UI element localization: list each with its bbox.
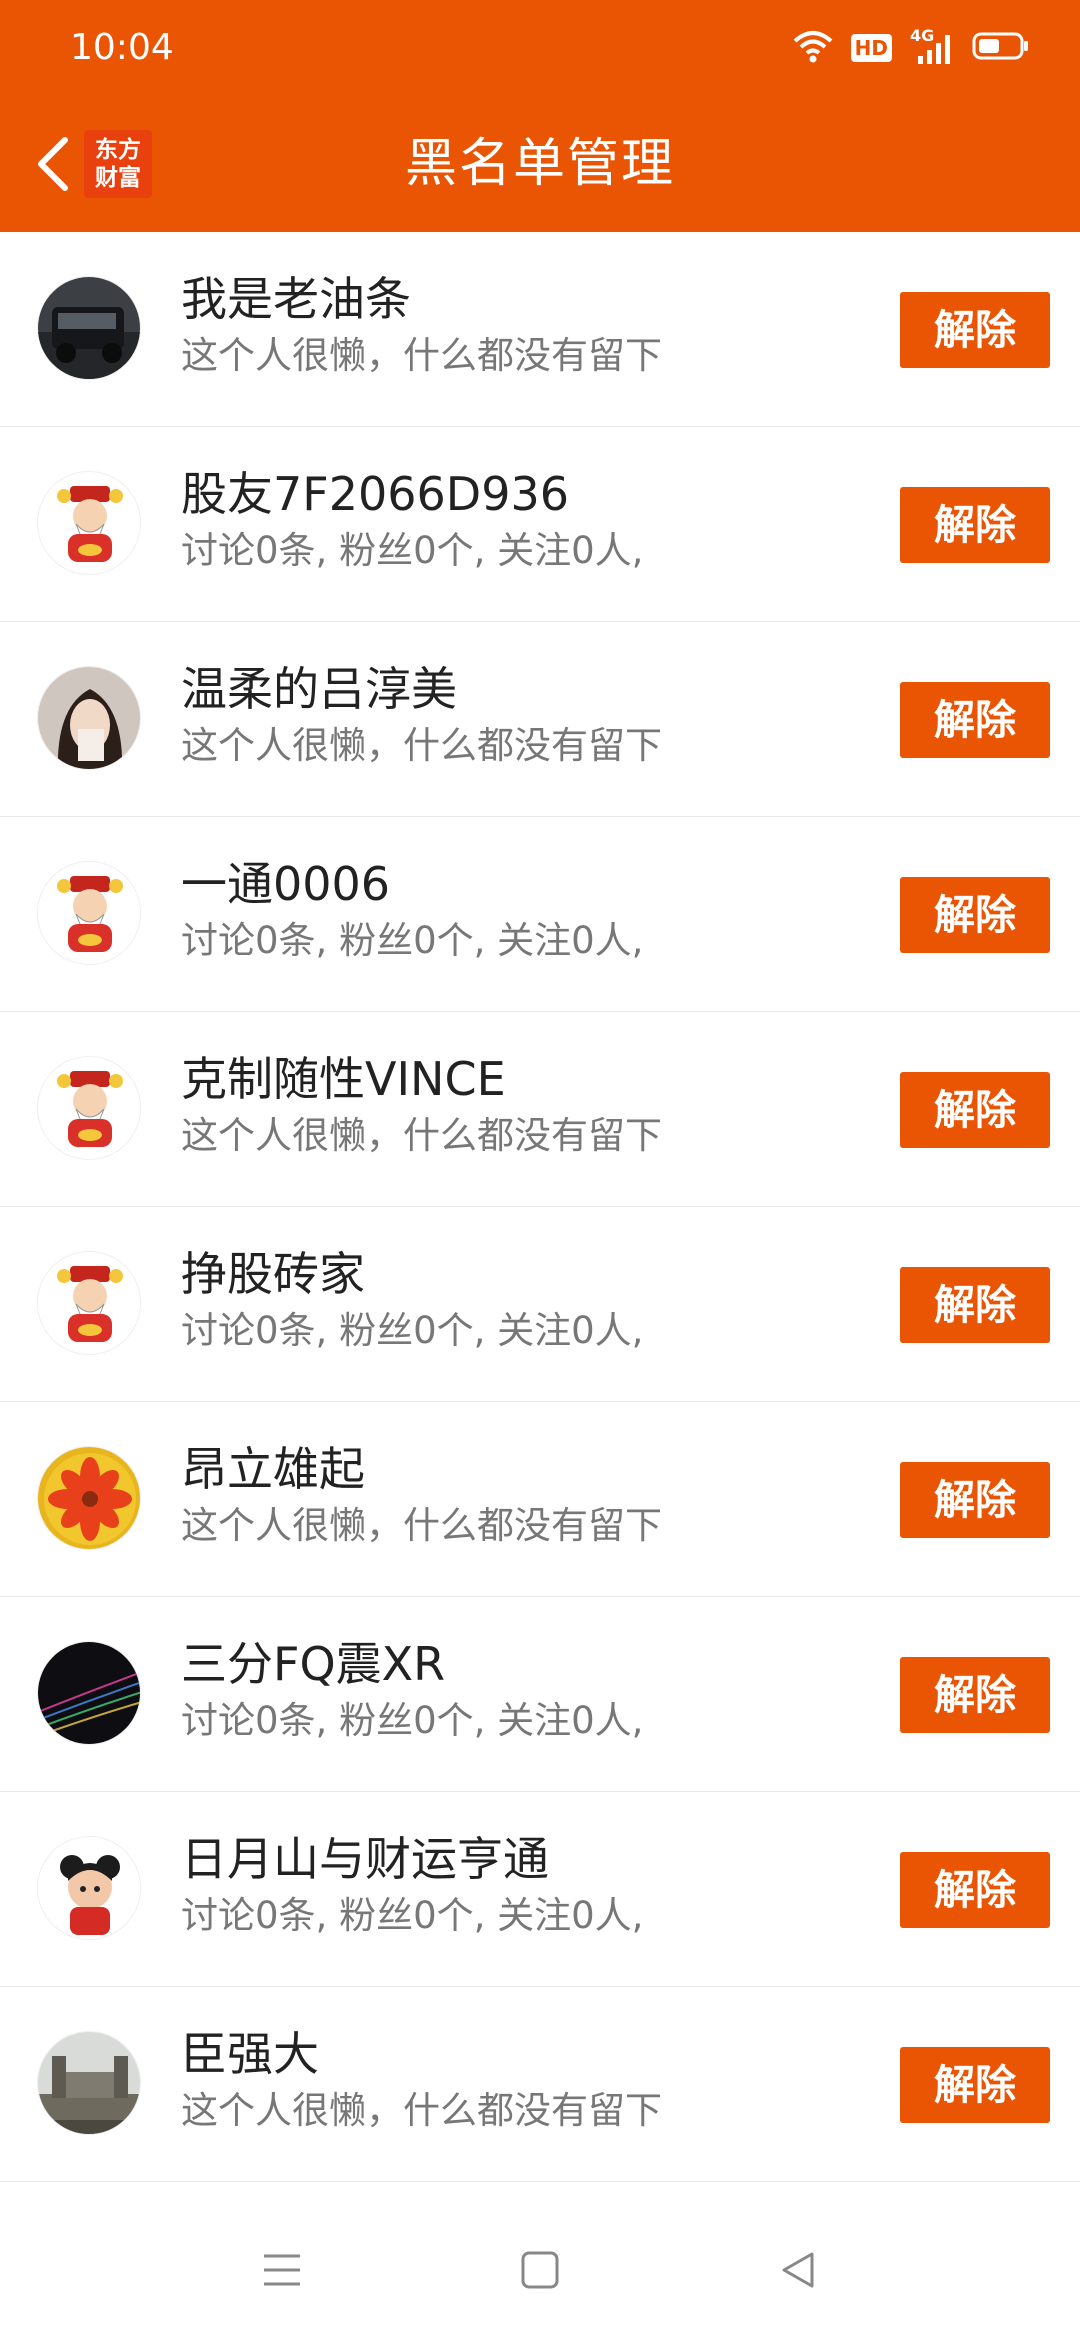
avatar[interactable]: [37, 1056, 141, 1160]
unblock-button[interactable]: 解除: [900, 682, 1050, 758]
list-item: 三分FQ震XR 讨论0条, 粉丝0个, 关注0人, 解除: [0, 1597, 1080, 1792]
page-title: 黑名单管理: [404, 134, 675, 194]
avatar[interactable]: [37, 1641, 141, 1745]
battery-icon: [972, 31, 1030, 65]
user-name[interactable]: 挣股砖家: [181, 1245, 365, 1303]
unblock-button[interactable]: 解除: [900, 1072, 1050, 1148]
avatar[interactable]: [37, 861, 141, 965]
unblock-button[interactable]: 解除: [900, 1657, 1050, 1733]
wifi-icon: [793, 29, 833, 67]
back-triangle-icon[interactable]: [768, 2240, 828, 2300]
list-item: 温柔的吕淳美 这个人很懒，什么都没有留下 解除: [0, 622, 1080, 817]
user-description: 讨论0条, 粉丝0个, 关注0人,: [181, 919, 644, 962]
unblock-button[interactable]: 解除: [900, 292, 1050, 368]
user-name[interactable]: 一通0006: [181, 855, 390, 913]
user-name[interactable]: 我是老油条: [181, 270, 411, 328]
user-description: 讨论0条, 粉丝0个, 关注0人,: [181, 1309, 644, 1352]
list-item: 挣股砖家 讨论0条, 粉丝0个, 关注0人, 解除: [0, 1207, 1080, 1402]
list-item: 昂立雄起 这个人很懒，什么都没有留下 解除: [0, 1402, 1080, 1597]
system-nav-bar: [0, 2200, 1080, 2340]
avatar[interactable]: [37, 276, 141, 380]
unblock-button[interactable]: 解除: [900, 2047, 1050, 2123]
list-item: 臣强大 这个人很懒，什么都没有留下 解除: [0, 1987, 1080, 2182]
avatar[interactable]: [37, 2031, 141, 2135]
list-item: 日月山与财运亨通 讨论0条, 粉丝0个, 关注0人, 解除: [0, 1792, 1080, 1987]
user-description: 这个人很懒，什么都没有留下: [181, 1114, 662, 1157]
avatar[interactable]: [37, 1251, 141, 1355]
list-item: 股友7F2066D936 讨论0条, 粉丝0个, 关注0人, 解除: [0, 427, 1080, 622]
status-bar: 10:04 HD 4G: [0, 0, 1080, 96]
list-item: 一通0006 讨论0条, 粉丝0个, 关注0人, 解除: [0, 817, 1080, 1012]
user-description: 这个人很懒，什么都没有留下: [181, 1504, 662, 1547]
unblock-button[interactable]: 解除: [900, 877, 1050, 953]
user-description: 讨论0条, 粉丝0个, 关注0人,: [181, 529, 644, 572]
user-description: 讨论0条, 粉丝0个, 关注0人,: [181, 1894, 644, 1937]
user-name[interactable]: 日月山与财运亨通: [181, 1830, 549, 1888]
user-name[interactable]: 股友7F2066D936: [181, 465, 569, 523]
app-bar: 东方 财富 黑名单管理: [0, 96, 1080, 232]
status-icons: HD 4G: [793, 26, 1030, 68]
user-description: 这个人很懒，什么都没有留下: [181, 724, 662, 767]
menu-icon[interactable]: [252, 2240, 312, 2300]
user-name[interactable]: 三分FQ震XR: [181, 1635, 445, 1693]
unblock-button[interactable]: 解除: [900, 487, 1050, 563]
list-item: 克制随性VINCE 这个人很懒，什么都没有留下 解除: [0, 1012, 1080, 1207]
unblock-button[interactable]: 解除: [900, 1267, 1050, 1343]
hd-icon: HD: [850, 34, 892, 62]
avatar[interactable]: [37, 1446, 141, 1550]
avatar[interactable]: [37, 1836, 141, 1940]
status-time: 10:04: [70, 27, 174, 68]
user-name[interactable]: 克制随性VINCE: [181, 1050, 506, 1108]
user-name[interactable]: 昂立雄起: [181, 1440, 365, 1498]
user-description: 这个人很懒，什么都没有留下: [181, 334, 662, 377]
signal-4g-icon: 4G: [910, 26, 954, 66]
blacklist: 我是老油条 这个人很懒，什么都没有留下 解除 股友7F2066D936 讨论0条…: [0, 232, 1080, 2182]
avatar[interactable]: [37, 471, 141, 575]
user-name[interactable]: 温柔的吕淳美: [181, 660, 457, 718]
unblock-button[interactable]: 解除: [900, 1462, 1050, 1538]
list-item: 我是老油条 这个人很懒，什么都没有留下 解除: [0, 232, 1080, 427]
user-name[interactable]: 臣强大: [181, 2025, 319, 2083]
unblock-button[interactable]: 解除: [900, 1852, 1050, 1928]
home-square-icon[interactable]: [510, 2240, 570, 2300]
user-description: 讨论0条, 粉丝0个, 关注0人,: [181, 1699, 644, 1742]
avatar[interactable]: [37, 666, 141, 770]
user-description: 这个人很懒，什么都没有留下: [181, 2089, 662, 2132]
